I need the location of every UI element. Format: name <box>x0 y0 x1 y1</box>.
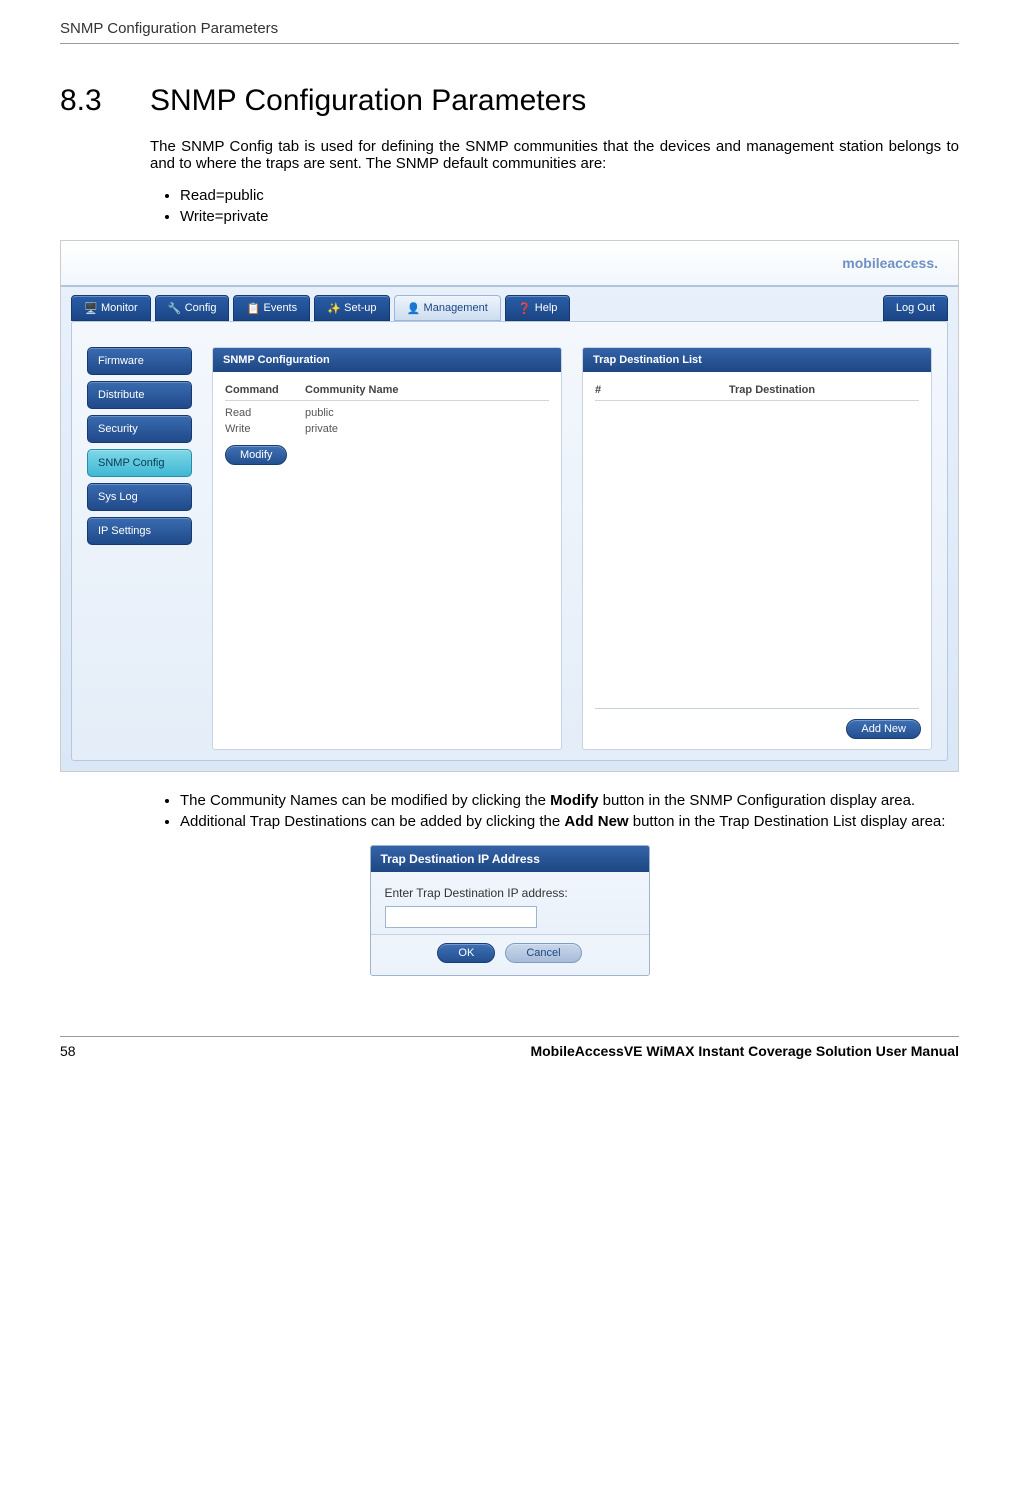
note-text: button in the Trap Destination List disp… <box>629 813 946 830</box>
trap-destination-panel: Trap Destination List # Trap Destination… <box>582 347 932 750</box>
note-text: button in the SNMP Configuration display… <box>599 792 916 809</box>
cell-command: Write <box>225 423 305 435</box>
tab-label: Help <box>535 302 558 314</box>
sidebar-item-security[interactable]: Security <box>87 415 192 443</box>
page-running-header: SNMP Configuration Parameters <box>60 20 959 44</box>
col-community-name: Community Name <box>305 384 399 396</box>
tab-label: Log Out <box>896 302 935 314</box>
intro-paragraph: The SNMP Config tab is used for defining… <box>150 138 959 172</box>
sidebar-item-distribute[interactable]: Distribute <box>87 381 192 409</box>
tab-management[interactable]: 👤 Management <box>394 295 501 321</box>
brand-logo: mobileaccess. <box>842 255 938 271</box>
section-number: 8.3 <box>60 84 150 118</box>
tab-label: Set-up <box>344 302 376 314</box>
sidebar-item-snmp-config[interactable]: SNMP Config <box>87 449 192 477</box>
list-item: Additional Trap Destinations can be adde… <box>180 813 959 830</box>
panel-title: SNMP Configuration <box>213 348 561 372</box>
panels-row: SNMP Configuration Command Community Nam… <box>212 347 932 750</box>
note-bold: Modify <box>550 792 598 809</box>
logout-button[interactable]: Log Out <box>883 295 948 321</box>
panel-body: # Trap Destination Add New <box>583 372 931 749</box>
setup-icon: ✨ <box>327 302 339 314</box>
snmp-configuration-panel: SNMP Configuration Command Community Nam… <box>212 347 562 750</box>
list-item: The Community Names can be modified by c… <box>180 792 959 809</box>
note-text: The Community Names can be modified by c… <box>180 792 550 809</box>
modify-button[interactable]: Modify <box>225 445 287 465</box>
tab-label: Config <box>185 302 217 314</box>
table-row: Write private <box>225 421 549 437</box>
tab-label: Events <box>263 302 297 314</box>
note-text: Additional Trap Destinations can be adde… <box>180 813 564 830</box>
add-new-button[interactable]: Add New <box>846 719 921 739</box>
tab-label: Monitor <box>101 302 138 314</box>
col-trap-destination: Trap Destination <box>625 384 919 396</box>
dialog-label: Enter Trap Destination IP address: <box>385 886 635 900</box>
wrench-icon: 🔧 <box>168 302 180 314</box>
footer-page-number: 58 <box>60 1043 76 1059</box>
dialog-body: Enter Trap Destination IP address: <box>371 872 649 934</box>
cell-community: public <box>305 407 334 419</box>
notes-list: The Community Names can be modified by c… <box>150 792 959 830</box>
app-top-bar: mobileaccess. <box>61 241 958 287</box>
footer-manual-title: MobileAccessVE WiMAX Instant Coverage So… <box>530 1043 959 1059</box>
tab-monitor[interactable]: 🖥️ Monitor <box>71 295 151 321</box>
section-title: SNMP Configuration Parameters <box>150 84 586 118</box>
tab-events[interactable]: 📋 Events <box>233 295 310 321</box>
trap-ip-dialog: Trap Destination IP Address Enter Trap D… <box>370 845 650 976</box>
panel-title: Trap Destination List <box>583 348 931 372</box>
events-icon: 📋 <box>246 302 258 314</box>
trap-table-header: # Trap Destination <box>595 384 919 401</box>
default-communities-list: Read=public Write=private <box>150 187 959 225</box>
ok-button[interactable]: OK <box>437 943 495 963</box>
list-item: Write=private <box>180 208 959 225</box>
app-screenshot: mobileaccess. 🖥️ Monitor 🔧 Config 📋 Even… <box>60 240 959 772</box>
help-icon: ❓ <box>518 302 530 314</box>
content-area: Firmware Distribute Security SNMP Config… <box>71 321 948 761</box>
trap-ip-input[interactable] <box>385 906 537 928</box>
tab-config[interactable]: 🔧 Config <box>155 295 230 321</box>
snmp-table-header: Command Community Name <box>225 384 549 401</box>
table-row: Read public <box>225 405 549 421</box>
dialog-title: Trap Destination IP Address <box>371 846 649 872</box>
sidebar: Firmware Distribute Security SNMP Config… <box>87 347 192 750</box>
sidebar-item-syslog[interactable]: Sys Log <box>87 483 192 511</box>
panel-body: Command Community Name Read public Write… <box>213 372 561 749</box>
note-bold: Add New <box>564 813 628 830</box>
tab-help[interactable]: ❓ Help <box>505 295 571 321</box>
sidebar-item-firmware[interactable]: Firmware <box>87 347 192 375</box>
col-number: # <box>595 384 625 396</box>
col-command: Command <box>225 384 305 396</box>
page-footer: 58 MobileAccessVE WiMAX Instant Coverage… <box>60 1036 959 1059</box>
divider <box>595 708 919 709</box>
monitor-icon: 🖥️ <box>84 302 96 314</box>
dialog-footer: OK Cancel <box>371 934 649 975</box>
tab-setup[interactable]: ✨ Set-up <box>314 295 389 321</box>
management-icon: 👤 <box>407 302 419 314</box>
cell-command: Read <box>225 407 305 419</box>
tab-label: Management <box>424 302 488 314</box>
cell-community: private <box>305 423 338 435</box>
sidebar-item-ip-settings[interactable]: IP Settings <box>87 517 192 545</box>
list-item: Read=public <box>180 187 959 204</box>
main-tab-bar: 🖥️ Monitor 🔧 Config 📋 Events ✨ Set-up 👤 … <box>71 289 948 319</box>
cancel-button[interactable]: Cancel <box>505 943 581 963</box>
trap-ip-dialog-figure: Trap Destination IP Address Enter Trap D… <box>370 845 650 976</box>
